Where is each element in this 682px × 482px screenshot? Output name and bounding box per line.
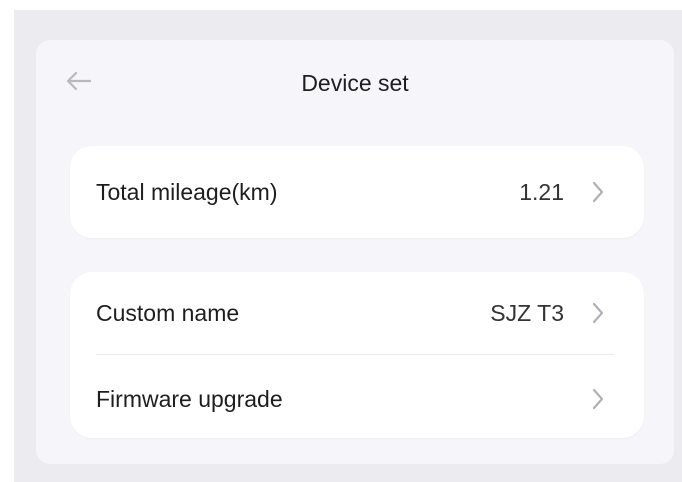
firmware-upgrade-label: Firmware upgrade: [96, 385, 283, 412]
total-mileage-label: Total mileage(km): [96, 178, 278, 205]
total-mileage-row[interactable]: Total mileage(km) 1.21: [70, 151, 644, 233]
chevron-right-icon: [590, 301, 606, 325]
row-divider: [96, 354, 614, 355]
device-settings-card: Custom name SJZ T3 Firmware upgrade: [70, 272, 644, 438]
mileage-card: Total mileage(km) 1.21: [70, 146, 644, 238]
app-screen: Device set Total mileage(km) 1.21 Custom…: [14, 10, 682, 482]
custom-name-row[interactable]: Custom name SJZ T3: [70, 272, 644, 354]
total-mileage-value: 1.21: [519, 178, 564, 205]
page-title: Device set: [301, 70, 409, 96]
custom-name-label: Custom name: [96, 299, 240, 326]
header-bar: Device set: [36, 40, 674, 126]
firmware-upgrade-row[interactable]: Firmware upgrade: [70, 358, 644, 440]
chevron-right-icon: [590, 387, 606, 411]
device-settings-panel: Device set Total mileage(km) 1.21 Custom…: [36, 40, 674, 464]
chevron-right-icon: [590, 180, 606, 204]
custom-name-value: SJZ T3: [490, 299, 564, 326]
